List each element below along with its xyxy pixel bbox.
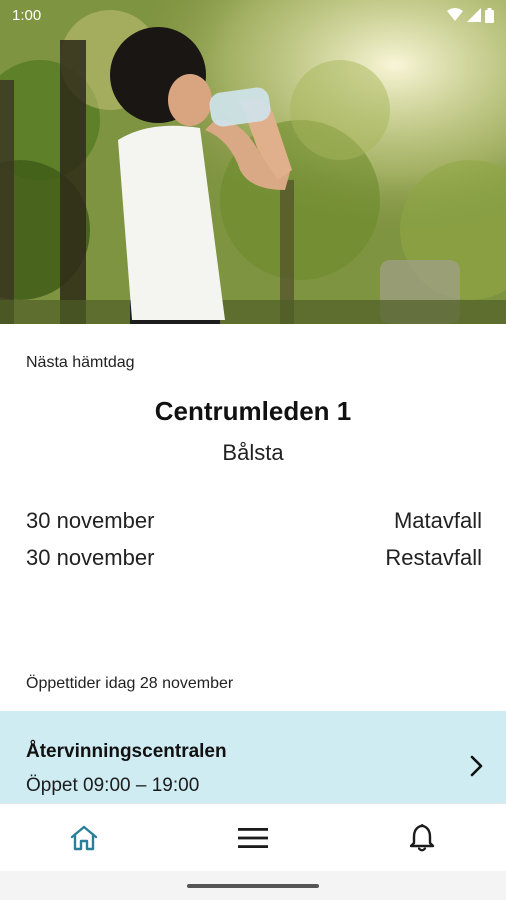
pickup-row: 30 november Restavfall xyxy=(26,539,482,576)
pickup-waste-type: Matavfall xyxy=(393,507,482,533)
pickup-date: 30 november xyxy=(26,507,155,533)
chevron-right-icon xyxy=(470,755,483,777)
status-time: 1:00 xyxy=(12,6,42,24)
hero-image xyxy=(0,0,506,324)
next-pickup-label: Nästa hämtdag xyxy=(26,354,135,371)
bell-icon xyxy=(409,823,434,851)
status-icons xyxy=(447,7,494,23)
nav-notifications-button[interactable] xyxy=(382,808,462,868)
pickup-date: 30 november xyxy=(26,544,155,570)
status-bar: 1:00 xyxy=(0,0,506,30)
wifi-icon xyxy=(447,8,463,21)
home-gesture-bar[interactable] xyxy=(187,884,319,888)
menu-icon xyxy=(237,827,268,848)
pickup-address: Centrumleden 1 xyxy=(154,396,352,426)
opening-hours-label: Öppettider idag 28 november xyxy=(26,675,234,692)
pickup-waste-type: Restavfall xyxy=(385,544,482,570)
nav-home-button[interactable] xyxy=(44,808,124,868)
pickup-list: 30 november Matavfall 30 november Restav… xyxy=(26,502,482,576)
home-icon xyxy=(71,825,98,850)
boy-drinking-water-illustration xyxy=(0,0,506,324)
pickup-row: 30 november Matavfall xyxy=(26,502,482,539)
recycling-center-card[interactable]: Återvinningscentralen Öppet 09:00 – 19:0… xyxy=(0,711,506,803)
battery-icon xyxy=(485,7,494,23)
recycling-center-name: Återvinningscentralen xyxy=(26,741,227,762)
bottom-navigation xyxy=(0,803,506,871)
pickup-city: Bålsta xyxy=(222,440,284,465)
system-gesture-area xyxy=(0,871,506,900)
cellular-signal-icon xyxy=(467,8,481,22)
recycling-center-hours: Öppet 09:00 – 19:00 xyxy=(26,775,200,796)
nav-menu-button[interactable] xyxy=(213,808,293,868)
